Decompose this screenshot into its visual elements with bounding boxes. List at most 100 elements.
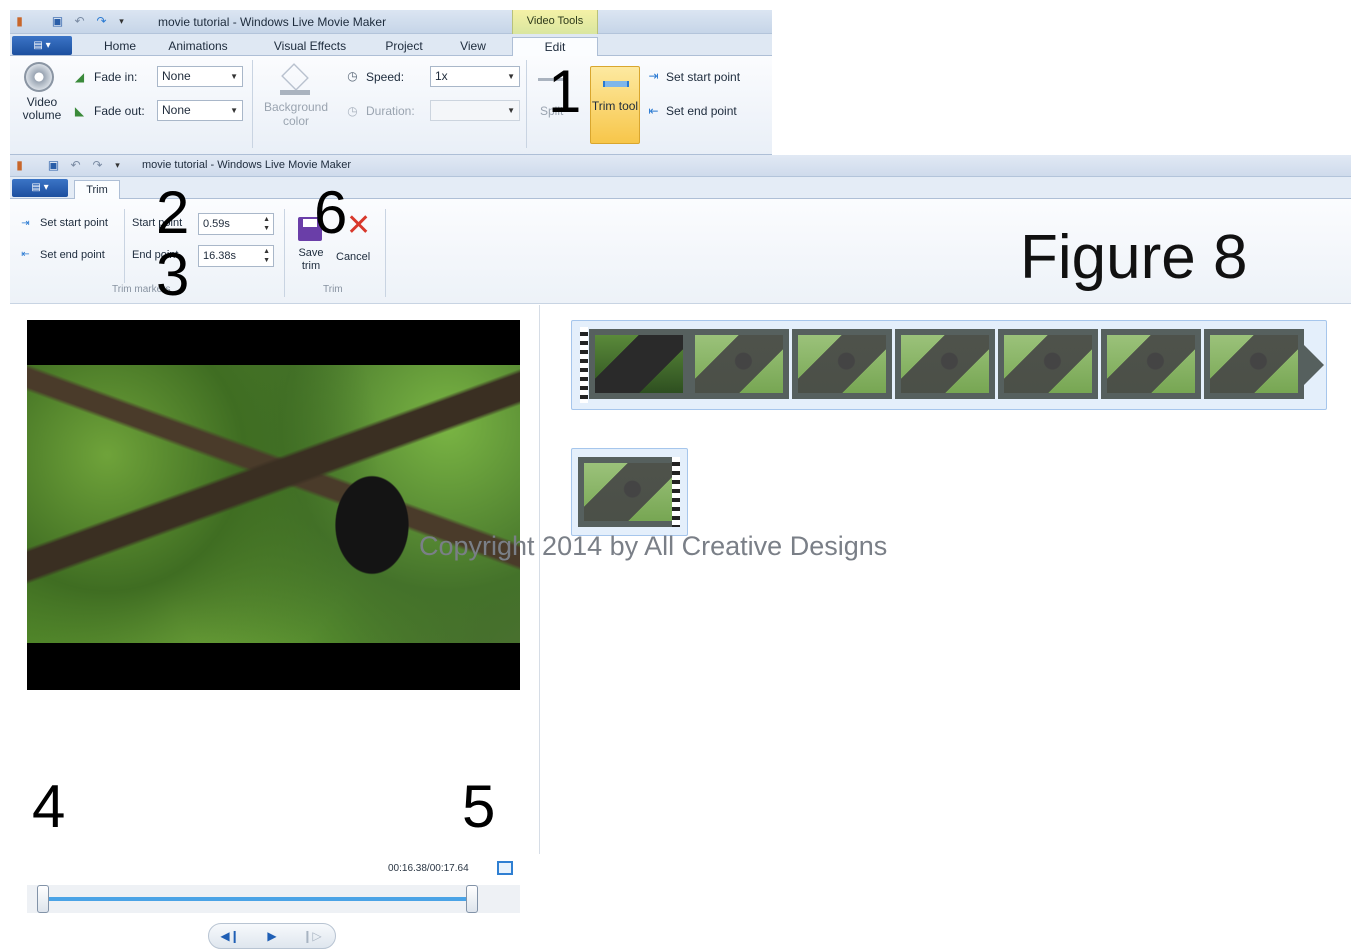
- frame-thumbnail: [595, 335, 683, 393]
- ribbon-tab-bar: ▤ ▾ Trim: [10, 177, 1351, 200]
- duration-dropdown[interactable]: ▼: [430, 100, 520, 121]
- set-end-point-button[interactable]: Set end point: [40, 249, 105, 261]
- speed-label: Speed:: [366, 70, 405, 84]
- callout-4: 4: [32, 773, 66, 840]
- tab-trim[interactable]: Trim: [74, 180, 120, 200]
- fade-out-icon: ◣: [74, 104, 85, 118]
- clip-frame: [1101, 329, 1201, 399]
- callout-6: 6: [314, 179, 348, 246]
- save-trim-button[interactable]: Save trim: [294, 247, 328, 273]
- background-color-button[interactable]: Background color: [258, 100, 334, 128]
- callout-2: 2: [156, 179, 190, 246]
- spinner-arrows-icon[interactable]: ▲ ▼: [263, 215, 270, 233]
- save-icon[interactable]: ▣: [50, 14, 65, 29]
- fade-in-icon: ◢: [74, 70, 85, 84]
- fade-out-dropdown[interactable]: None ▼: [157, 100, 243, 121]
- clip-frame: [998, 329, 1098, 399]
- app-icon: ▮: [16, 14, 23, 28]
- film-end-arrow-icon: [1304, 345, 1324, 385]
- end-point-value: 16.38s: [203, 250, 237, 262]
- frame-thumbnail: [901, 335, 989, 393]
- app-icon: ▮: [16, 158, 23, 172]
- color-swatch: [280, 90, 310, 95]
- title-bar: ▮ ▣ ↶ ↷ ▾ movie tutorial - Windows Live …: [10, 10, 772, 34]
- trim-end-handle[interactable]: [465, 885, 478, 913]
- fade-in-label: Fade in:: [94, 70, 138, 84]
- fullscreen-icon[interactable]: [497, 861, 513, 875]
- paint-bucket-icon: [281, 63, 309, 91]
- group-divider: [252, 60, 253, 148]
- redo-icon[interactable]: ↷: [94, 14, 109, 29]
- previous-frame-icon[interactable]: ◀❙: [215, 927, 245, 945]
- tab-view[interactable]: View: [448, 37, 498, 56]
- set-end-point-button[interactable]: Set end point: [666, 104, 737, 118]
- speed-dropdown[interactable]: 1x ▼: [430, 66, 520, 87]
- customize-quick-access-icon[interactable]: ▾: [114, 14, 129, 29]
- play-icon[interactable]: ▶: [257, 927, 287, 945]
- tab-visual-effects[interactable]: Visual Effects: [260, 37, 360, 56]
- set-start-point-button[interactable]: Set start point: [666, 70, 740, 84]
- group-divider: [385, 209, 386, 297]
- set-start-point-button[interactable]: Set start point: [40, 217, 108, 229]
- cancel-x-icon: ✕: [346, 209, 372, 242]
- storyboard: [541, 305, 1351, 854]
- save-icon[interactable]: ▣: [46, 158, 61, 173]
- frame-thumbnail: [798, 335, 886, 393]
- application-menu-button[interactable]: ▤ ▾: [12, 36, 72, 55]
- dragged-clip-thumbnail[interactable]: [571, 448, 688, 536]
- tab-edit[interactable]: Edit: [512, 37, 598, 57]
- spinner-arrows-icon[interactable]: ▲ ▼: [263, 247, 270, 265]
- clip-frame: [792, 329, 892, 399]
- customize-quick-access-icon[interactable]: ▾: [110, 158, 125, 173]
- frame-thumbnail: [584, 463, 672, 521]
- tab-project[interactable]: Project: [374, 37, 434, 56]
- figure-label: Figure 8: [1020, 223, 1248, 292]
- callout-1: 1: [548, 58, 582, 125]
- undo-icon[interactable]: ↶: [68, 158, 83, 173]
- undo-icon[interactable]: ↶: [72, 14, 87, 29]
- frame-thumbnail: [1210, 335, 1298, 393]
- frame-thumbnail: [695, 335, 783, 393]
- film-sprockets: [672, 457, 680, 527]
- window-title: movie tutorial - Windows Live Movie Make…: [142, 159, 352, 171]
- set-end-point-icon: ⇤: [21, 249, 30, 260]
- frame-thumbnail: [1004, 335, 1092, 393]
- clip-frame: [895, 329, 995, 399]
- next-frame-icon[interactable]: ❙▷: [297, 927, 327, 945]
- fade-out-value: None: [162, 103, 191, 117]
- trim-tool-label: Trim tool: [591, 99, 639, 113]
- chevron-down-icon: ▼: [507, 106, 515, 115]
- group-divider: [284, 209, 285, 297]
- tab-animations[interactable]: Animations: [158, 37, 238, 56]
- application-menu-button[interactable]: ▤ ▾: [12, 179, 68, 197]
- end-point-spinner[interactable]: 16.38s ▲ ▼: [198, 245, 274, 267]
- speaker-icon[interactable]: [24, 62, 54, 92]
- duration-icon: ◷: [347, 104, 358, 118]
- duration-label: Duration:: [366, 104, 415, 118]
- start-point-spinner[interactable]: 0.59s ▲ ▼: [198, 213, 274, 235]
- group-divider: [124, 209, 125, 283]
- clip-frame: [578, 457, 674, 527]
- trim-tool-button[interactable]: Trim tool: [590, 66, 640, 144]
- trim-start-handle[interactable]: [37, 885, 49, 913]
- window-title: movie tutorial - Windows Live Movie Make…: [158, 15, 387, 29]
- set-start-point-icon: ⇥: [21, 218, 30, 229]
- tab-home[interactable]: Home: [90, 37, 150, 56]
- edit-ribbon-window: ▮ ▣ ↶ ↷ ▾ movie tutorial - Windows Live …: [10, 10, 772, 155]
- cancel-button[interactable]: Cancel: [336, 251, 370, 263]
- clip-frame: [689, 329, 789, 399]
- trim-range-track: [43, 897, 472, 901]
- clip-frame: [589, 329, 689, 399]
- video-preview[interactable]: [27, 320, 520, 690]
- fade-in-dropdown[interactable]: None ▼: [157, 66, 243, 87]
- video-clip[interactable]: [571, 320, 1327, 410]
- video-tools-context-tab: Video Tools: [512, 10, 598, 34]
- preview-pane: 00:16.38/00:17.64 ◀❙ ▶ ❙▷: [10, 305, 540, 949]
- redo-icon[interactable]: ↷: [90, 158, 105, 173]
- playback-controls: ◀❙ ▶ ❙▷: [208, 923, 336, 949]
- video-volume-label[interactable]: Video volume: [22, 96, 62, 122]
- trim-slider[interactable]: [27, 885, 520, 913]
- title-bar: ▮ ▣ ↶ ↷ ▾ movie tutorial - Windows Live …: [10, 155, 1351, 177]
- fade-out-label: Fade out:: [94, 104, 145, 118]
- fade-in-value: None: [162, 69, 191, 83]
